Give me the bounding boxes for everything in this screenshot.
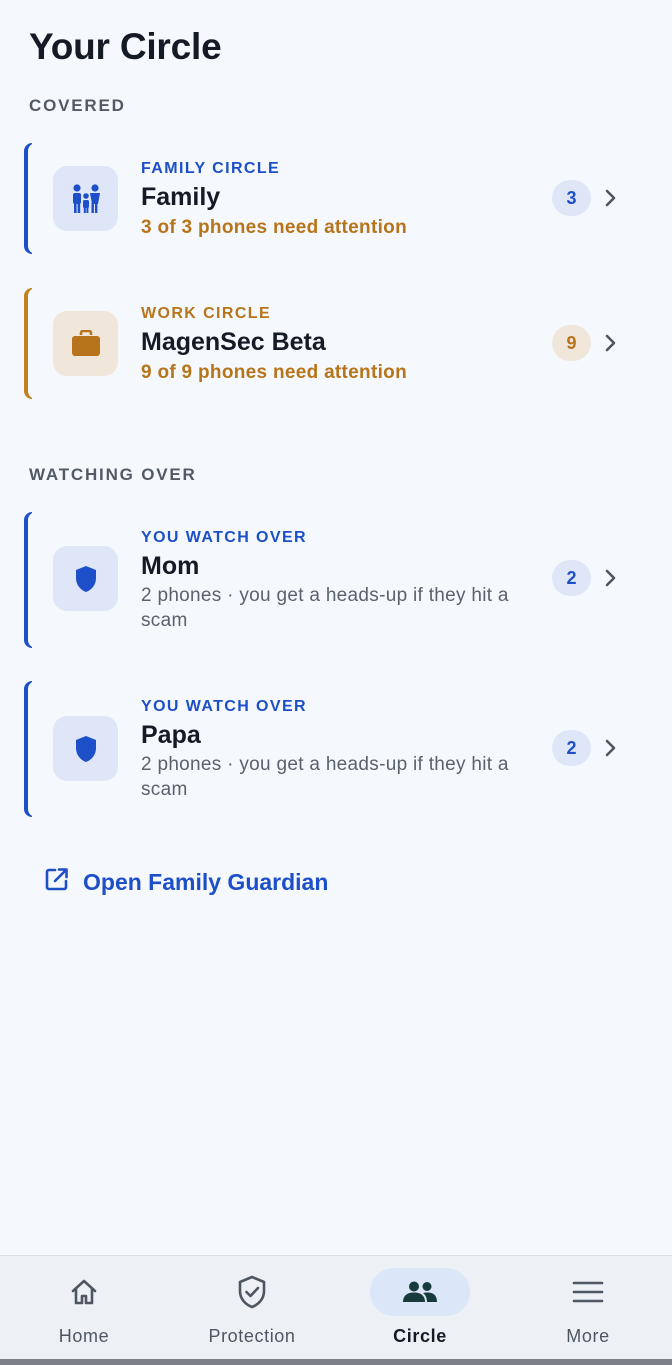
people-icon	[370, 1268, 470, 1316]
page-title: Your Circle	[29, 26, 222, 67]
bottom-navigation: Home Protection Circle More	[0, 1255, 672, 1360]
card-name: Papa	[141, 721, 201, 749]
count-badge: 9	[552, 325, 591, 361]
card-accent	[24, 143, 36, 254]
card-kicker: YOU WATCH OVER	[141, 698, 307, 715]
nav-label: More	[566, 1326, 610, 1346]
watch-card-papa[interactable]: YOU WATCH OVER Papa 2 phones · you get a…	[24, 681, 644, 817]
card-kicker: FAMILY CIRCLE	[141, 160, 281, 177]
chevron-right-icon	[602, 736, 620, 760]
shield-icon	[53, 716, 118, 781]
card-accent	[24, 681, 36, 817]
card-accent	[24, 512, 36, 648]
system-gesture-bar	[0, 1359, 672, 1365]
nav-item-circle[interactable]: Circle	[336, 1256, 504, 1360]
count-badge: 3	[552, 180, 591, 216]
family-icon	[53, 166, 118, 231]
card-status: 3 of 3 phones need attention	[141, 217, 407, 238]
external-link-icon	[44, 867, 69, 897]
card-status: 2 phones · you get a heads-up if they hi…	[141, 754, 509, 800]
section-label-covered: COVERED	[29, 96, 126, 115]
shield-icon	[53, 546, 118, 611]
nav-label: Protection	[208, 1326, 296, 1346]
briefcase-icon	[53, 311, 118, 376]
circle-card-work[interactable]: WORK CIRCLE MagenSec Beta 9 of 9 phones …	[24, 288, 644, 399]
card-name: Family	[141, 183, 221, 211]
nav-item-home[interactable]: Home	[0, 1256, 168, 1360]
open-family-guardian-label: Open Family Guardian	[83, 868, 329, 895]
card-accent	[24, 288, 36, 399]
card-kicker: YOU WATCH OVER	[141, 529, 307, 546]
count-badge: 2	[552, 730, 591, 766]
chevron-right-icon	[602, 186, 620, 210]
card-status: 9 of 9 phones need attention	[141, 362, 407, 383]
nav-item-more[interactable]: More	[504, 1256, 672, 1360]
count-badge: 2	[552, 560, 591, 596]
chevron-right-icon	[602, 331, 620, 355]
card-kicker: WORK CIRCLE	[141, 305, 272, 322]
watch-card-mom[interactable]: YOU WATCH OVER Mom 2 phones · you get a …	[24, 512, 644, 648]
home-icon	[34, 1268, 134, 1316]
circle-card-family[interactable]: FAMILY CIRCLE Family 3 of 3 phones need …	[24, 143, 644, 254]
card-status: 2 phones · you get a heads-up if they hi…	[141, 585, 509, 631]
open-family-guardian-link[interactable]: Open Family Guardian	[44, 866, 328, 898]
section-label-watching: WATCHING OVER	[29, 465, 197, 484]
nav-item-protection[interactable]: Protection	[168, 1256, 336, 1360]
menu-icon	[538, 1268, 638, 1316]
card-name: MagenSec Beta	[141, 328, 326, 356]
chevron-right-icon	[602, 566, 620, 590]
nav-label: Home	[58, 1326, 110, 1346]
shield-check-icon	[202, 1268, 302, 1316]
nav-label: Circle	[393, 1326, 447, 1346]
card-name: Mom	[141, 552, 200, 580]
